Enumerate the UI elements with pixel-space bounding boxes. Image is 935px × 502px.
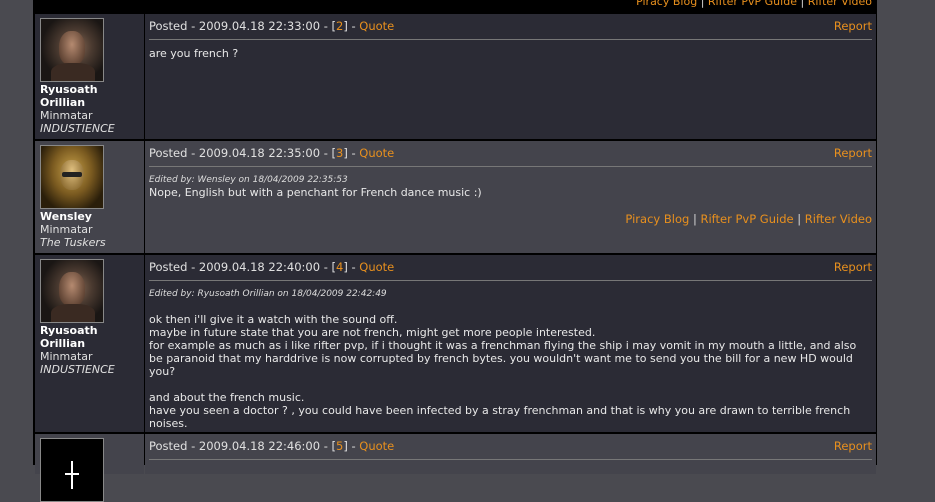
forum-post: Ryusoath Orillian Minmatar INDUSTIENCE P…: [35, 14, 876, 139]
wensley-avatar[interactable]: [40, 145, 104, 209]
post-text: are you french ?: [149, 47, 239, 60]
post-text-line: have you seen a doctor ? , you could hav…: [149, 404, 851, 430]
ryusoath-avatar[interactable]: [40, 259, 104, 323]
post-content: Posted - 2009.04.18 22:35:00 - [3] - Quo…: [145, 141, 876, 253]
author-race: Minmatar: [40, 109, 93, 122]
rifter-pvp-guide-link[interactable]: Rifter PvP Guide: [700, 212, 793, 226]
author-panel: [35, 434, 144, 502]
report-link[interactable]: Report: [834, 18, 872, 34]
rifter-video-link[interactable]: Rifter Video: [808, 0, 872, 8]
post-content: Posted - 2009.04.18 22:46:00 - [5] - Quo…: [145, 434, 876, 474]
posted-suffix: ] -: [343, 146, 360, 160]
author-name[interactable]: Ryusoath Orillian: [40, 83, 139, 109]
piracy-blog-link[interactable]: Piracy Blog: [636, 0, 697, 8]
author-name[interactable]: Wensley: [40, 210, 139, 223]
posted-date: Posted - 2009.04.18 22:46:00 - [: [149, 439, 336, 453]
post-text-line: and about the french music.: [149, 391, 305, 404]
quote-link[interactable]: Quote: [359, 260, 394, 274]
author-corp: INDUSTIENCE: [40, 363, 115, 376]
author-panel: Ryusoath Orillian Minmatar INDUSTIENCE: [35, 14, 144, 139]
link-separator: |: [797, 212, 802, 226]
forum-post: Ryusoath Orillian Minmatar INDUSTIENCE P…: [35, 255, 876, 432]
post-body: Edited by: Wensley on 18/04/2009 22:35:5…: [149, 167, 872, 226]
author-corp: INDUSTIENCE: [40, 122, 115, 135]
posted-suffix: ] -: [343, 19, 360, 33]
post-content: Posted - 2009.04.18 22:33:00 - [2] - Quo…: [145, 14, 876, 139]
report-link[interactable]: Report: [834, 259, 872, 275]
black-avatar[interactable]: [40, 438, 104, 502]
author-panel: Ryusoath Orillian Minmatar INDUSTIENCE: [35, 255, 144, 432]
ryusoath-avatar[interactable]: [40, 18, 104, 82]
post-header: Posted - 2009.04.18 22:46:00 - [5] - Quo…: [149, 438, 872, 460]
quote-link[interactable]: Quote: [359, 146, 394, 160]
posted-suffix: ] -: [343, 439, 360, 453]
posted-date: Posted - 2009.04.18 22:35:00 - [: [149, 146, 336, 160]
link-separator: |: [692, 212, 697, 226]
post-text-line: maybe in future state that you are not f…: [149, 326, 596, 339]
post-text-line: ok then i'll give it a watch with the so…: [149, 313, 398, 326]
author-race: Minmatar: [40, 350, 93, 363]
post-body: Edited by: Ryusoath Orillian on 18/04/20…: [149, 281, 872, 430]
post-text: Nope, English but with a penchant for Fr…: [149, 186, 482, 199]
forum-post: Wensley Minmatar The Tuskers Posted - 20…: [35, 141, 876, 253]
posted-suffix: ] -: [343, 260, 360, 274]
author-name[interactable]: Ryusoath Orillian: [40, 324, 139, 350]
quote-link[interactable]: Quote: [359, 19, 394, 33]
forum-thread: Piracy Blog | Rifter PvP Guide | Rifter …: [33, 0, 877, 502]
posted-date: Posted - 2009.04.18 22:40:00 - [: [149, 260, 336, 274]
author-race: Minmatar: [40, 223, 93, 236]
post-text-line: for example as much as i like rifter pvp…: [149, 339, 857, 378]
post-text-line: [149, 378, 872, 391]
posted-date: Posted - 2009.04.18 22:33:00 - [: [149, 19, 336, 33]
quote-link[interactable]: Quote: [359, 439, 394, 453]
author-panel: Wensley Minmatar The Tuskers: [35, 141, 144, 253]
previous-post-signature: Piracy Blog | Rifter PvP Guide | Rifter …: [33, 0, 877, 13]
edited-note: Edited by: Ryusoath Orillian on 18/04/20…: [149, 289, 387, 299]
post-header: Posted - 2009.04.18 22:40:00 - [4] - Quo…: [149, 259, 872, 281]
report-link[interactable]: Report: [834, 438, 872, 454]
post-header: Posted - 2009.04.18 22:33:00 - [2] - Quo…: [149, 18, 872, 40]
signature: Piracy Blog | Rifter PvP Guide | Rifter …: [149, 213, 872, 226]
forum-post: Posted - 2009.04.18 22:46:00 - [5] - Quo…: [35, 434, 876, 502]
post-header: Posted - 2009.04.18 22:35:00 - [3] - Quo…: [149, 145, 872, 167]
piracy-blog-link[interactable]: Piracy Blog: [625, 212, 689, 226]
post-body: are you french ?: [149, 40, 872, 60]
rifter-video-link[interactable]: Rifter Video: [805, 212, 872, 226]
link-separator: |: [700, 0, 705, 8]
link-separator: |: [800, 0, 805, 8]
author-corp: The Tuskers: [40, 236, 106, 249]
edited-note: Edited by: Wensley on 18/04/2009 22:35:5…: [149, 175, 348, 185]
rifter-pvp-guide-link[interactable]: Rifter PvP Guide: [708, 0, 797, 8]
report-link[interactable]: Report: [834, 145, 872, 161]
post-content: Posted - 2009.04.18 22:40:00 - [4] - Quo…: [145, 255, 876, 432]
